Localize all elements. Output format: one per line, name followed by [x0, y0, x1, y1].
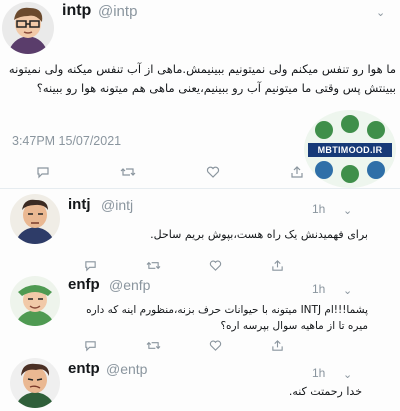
- author-handle[interactable]: @enfp: [109, 277, 150, 293]
- share-icon[interactable]: [271, 339, 284, 352]
- avatar[interactable]: [10, 358, 60, 408]
- author-name[interactable]: enfp: [68, 276, 100, 293]
- tweet-actions: [84, 258, 284, 272]
- divider: [0, 188, 400, 189]
- reply-icon[interactable]: [84, 259, 97, 272]
- chevron-down-icon[interactable]: ⌄: [343, 204, 352, 217]
- chevron-down-icon[interactable]: ⌄: [376, 6, 385, 19]
- reply-age: 1h: [312, 366, 326, 380]
- reply-icon[interactable]: [36, 165, 50, 179]
- reply-text: خدا رحمتت کنه.: [288, 385, 362, 398]
- tweet-actions: [36, 164, 304, 180]
- author-handle[interactable]: @intp: [98, 3, 137, 20]
- watermark-logo: MBTIMOOD.IR: [304, 110, 396, 188]
- author-handle[interactable]: @intj: [101, 197, 133, 213]
- tweet-text: ما هوا رو تنفس میکنم ولی نمیتونیم ببینیم…: [8, 62, 396, 95]
- share-icon[interactable]: [271, 259, 284, 272]
- retweet-icon[interactable]: [146, 259, 161, 272]
- avatar[interactable]: [10, 194, 60, 244]
- author-handle[interactable]: @entp: [106, 361, 147, 377]
- share-icon[interactable]: [290, 165, 304, 179]
- avatar[interactable]: [2, 2, 54, 54]
- reply-text: پشما!!!ام INTJ میتونه با حیوانات حرف بزن…: [86, 304, 368, 332]
- avatar[interactable]: [10, 276, 60, 326]
- chevron-down-icon[interactable]: ⌄: [343, 284, 352, 297]
- heart-icon[interactable]: [206, 165, 220, 179]
- author-name[interactable]: intp: [62, 2, 91, 20]
- retweet-icon[interactable]: [146, 339, 161, 352]
- chevron-down-icon[interactable]: ⌄: [343, 368, 352, 381]
- watermark-text: MBTIMOOD.IR: [308, 143, 392, 157]
- retweet-icon[interactable]: [120, 165, 136, 179]
- tweet-actions: [84, 338, 284, 352]
- author-name[interactable]: entp: [68, 360, 100, 377]
- reply-age: 1h: [312, 202, 326, 216]
- reply-text: برای فهمیدنش یک راه هست،بپوش بریم ساحل.: [150, 228, 368, 241]
- reply-age: 1h: [312, 282, 326, 296]
- timestamp[interactable]: 3:47PM 15/07/2021: [12, 134, 121, 148]
- author-name[interactable]: intj: [68, 196, 91, 213]
- heart-icon[interactable]: [209, 339, 222, 352]
- reply-icon[interactable]: [84, 339, 97, 352]
- heart-icon[interactable]: [209, 259, 222, 272]
